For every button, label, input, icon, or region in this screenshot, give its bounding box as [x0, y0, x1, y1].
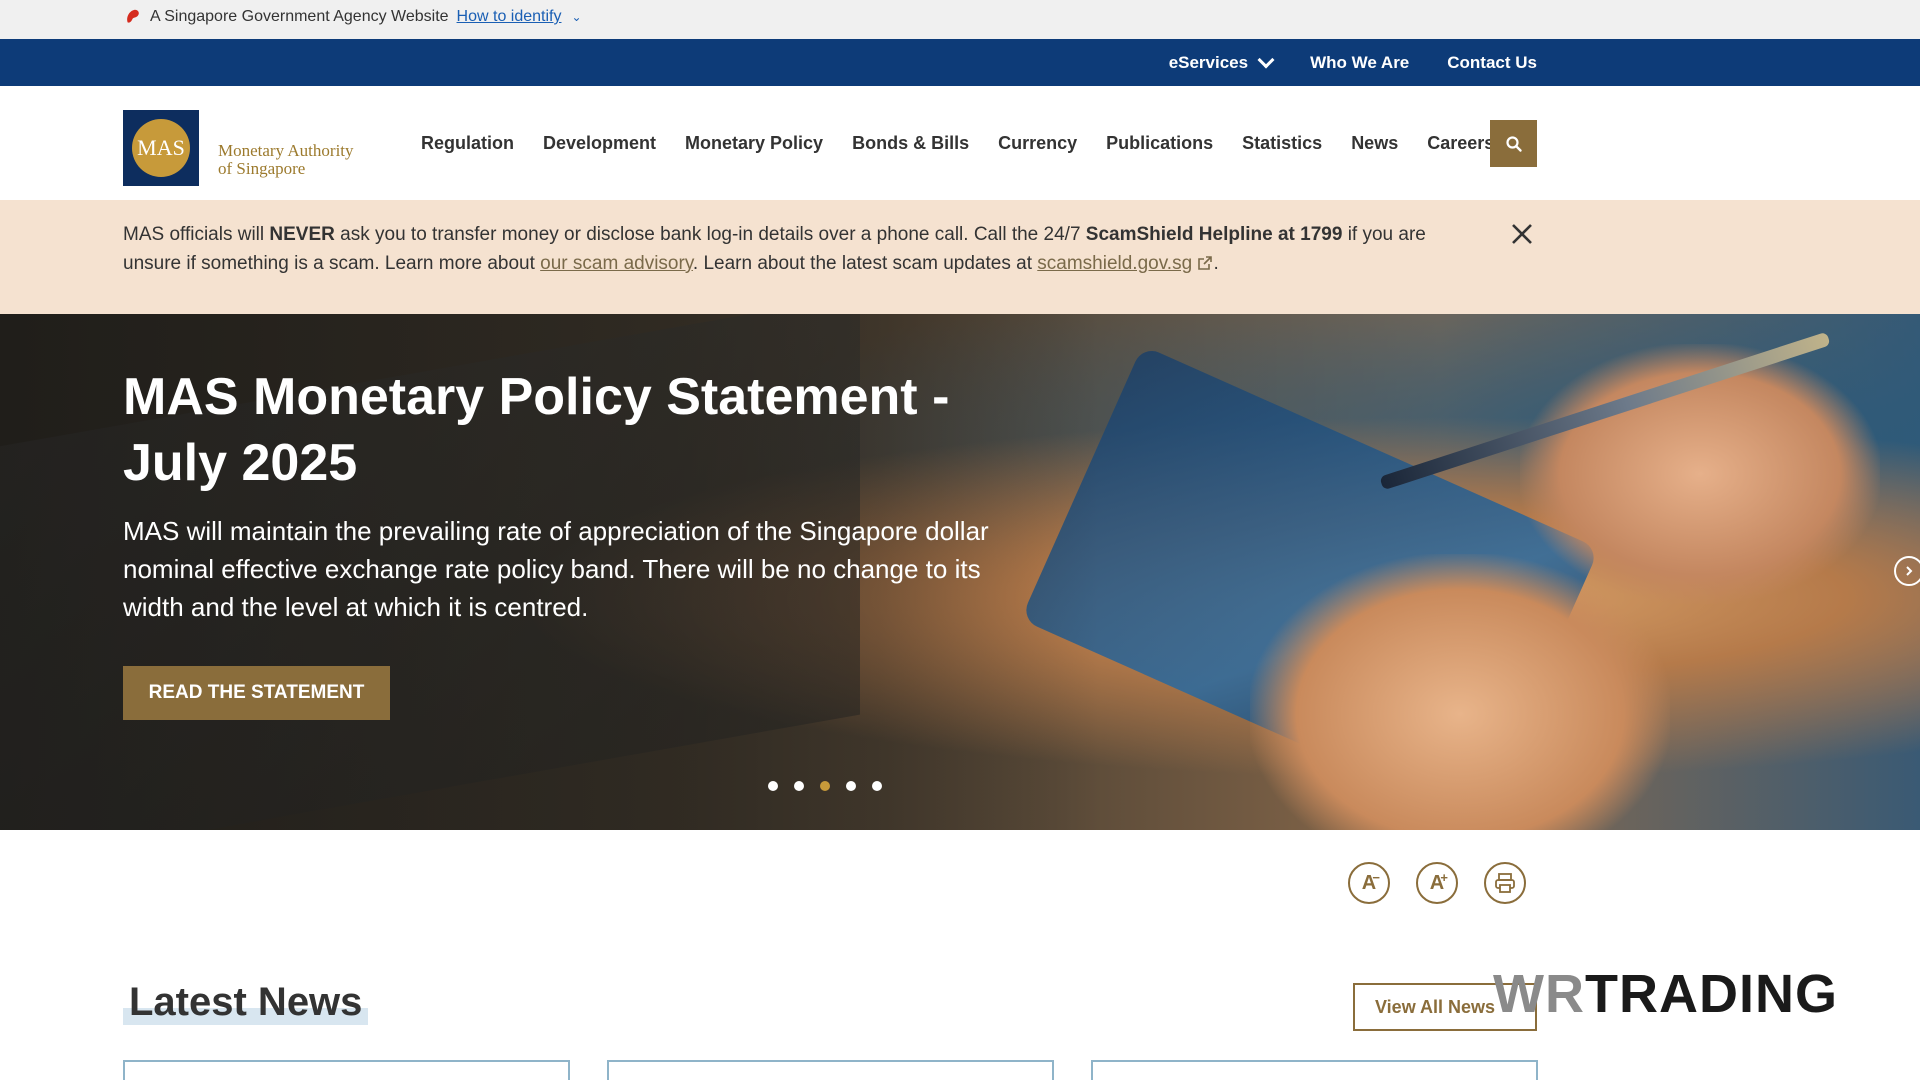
scam-alert-banner: MAS officials will NEVER ask you to tran…	[0, 200, 1920, 314]
carousel-dots	[768, 781, 882, 791]
external-link-icon	[1198, 256, 1213, 270]
hero-hand-bg	[1250, 554, 1670, 830]
wrtrading-watermark: WRTRADING	[1493, 964, 1838, 1024]
hero-title: MAS Monetary Policy Statement - July 202…	[123, 368, 950, 492]
hero-body: MAS will maintain the prevailing rate of…	[123, 516, 989, 622]
chevron-right-icon	[1906, 566, 1913, 576]
singapore-lion-icon	[127, 9, 139, 23]
utility-nav: eServices Who We Are Contact Us	[0, 39, 1920, 86]
print-button[interactable]	[1484, 862, 1526, 904]
read-statement-button[interactable]: READ THE STATEMENT	[123, 666, 390, 720]
scam-advisory-link[interactable]: our scam advisory	[540, 253, 693, 274]
plus-icon: +	[1440, 870, 1448, 885]
nav-careers[interactable]: Careers	[1427, 133, 1494, 154]
news-card[interactable]	[607, 1060, 1054, 1080]
chevron-down-icon[interactable]: ⌄	[571, 10, 581, 24]
nav-development[interactable]: Development	[543, 133, 656, 154]
search-icon	[1505, 135, 1522, 152]
nav-statistics[interactable]: Statistics	[1242, 133, 1322, 154]
increase-font-button[interactable]: A +	[1416, 862, 1458, 904]
main-nav: Regulation Development Monetary Policy B…	[421, 133, 1494, 154]
close-icon[interactable]	[1508, 220, 1536, 248]
carousel-dot[interactable]	[794, 781, 804, 791]
news-card[interactable]	[1091, 1060, 1538, 1080]
print-icon	[1495, 873, 1515, 893]
carousel-dot[interactable]	[768, 781, 778, 791]
decrease-font-button[interactable]: A −	[1348, 862, 1390, 904]
logo-mark: MAS	[132, 119, 190, 177]
nav-monetary-policy[interactable]: Monetary Policy	[685, 133, 823, 154]
chevron-down-icon	[1257, 51, 1275, 68]
carousel-next-button[interactable]	[1894, 556, 1920, 586]
contact-us-link[interactable]: Contact Us	[1447, 53, 1537, 73]
mas-logo[interactable]: MAS	[123, 110, 199, 186]
eservices-menu[interactable]: eServices	[1169, 51, 1275, 73]
latest-news-heading: Latest News	[123, 980, 369, 1025]
minus-icon: −	[1372, 870, 1380, 885]
carousel-dot[interactable]	[820, 781, 830, 791]
nav-currency[interactable]: Currency	[998, 133, 1077, 154]
nav-news[interactable]: News	[1351, 133, 1398, 154]
gov-banner-text: A Singapore Government Agency Website	[150, 8, 449, 25]
page-tools: A − A +	[1348, 862, 1526, 904]
how-to-identify-link[interactable]: How to identify	[457, 8, 562, 26]
nav-regulation[interactable]: Regulation	[421, 133, 514, 154]
news-card[interactable]	[123, 1060, 570, 1080]
hero-carousel: MAS Monetary Policy Statement - July 202…	[0, 314, 1920, 830]
carousel-dot[interactable]	[872, 781, 882, 791]
scamshield-link[interactable]: scamshield.gov.sg	[1037, 253, 1192, 274]
logo-text[interactable]: Monetary Authority of Singapore	[218, 142, 354, 178]
site-header: MAS Monetary Authority of Singapore Regu…	[0, 86, 1920, 200]
search-button[interactable]	[1490, 120, 1537, 167]
who-we-are-link[interactable]: Who We Are	[1310, 53, 1409, 73]
nav-publications[interactable]: Publications	[1106, 133, 1213, 154]
carousel-dot[interactable]	[846, 781, 856, 791]
news-cards	[123, 1060, 1538, 1080]
scam-alert-message: MAS officials will NEVER ask you to tran…	[123, 224, 1426, 274]
gov-banner: A Singapore Government Agency Website Ho…	[0, 0, 1920, 39]
nav-bonds-bills[interactable]: Bonds & Bills	[852, 133, 969, 154]
